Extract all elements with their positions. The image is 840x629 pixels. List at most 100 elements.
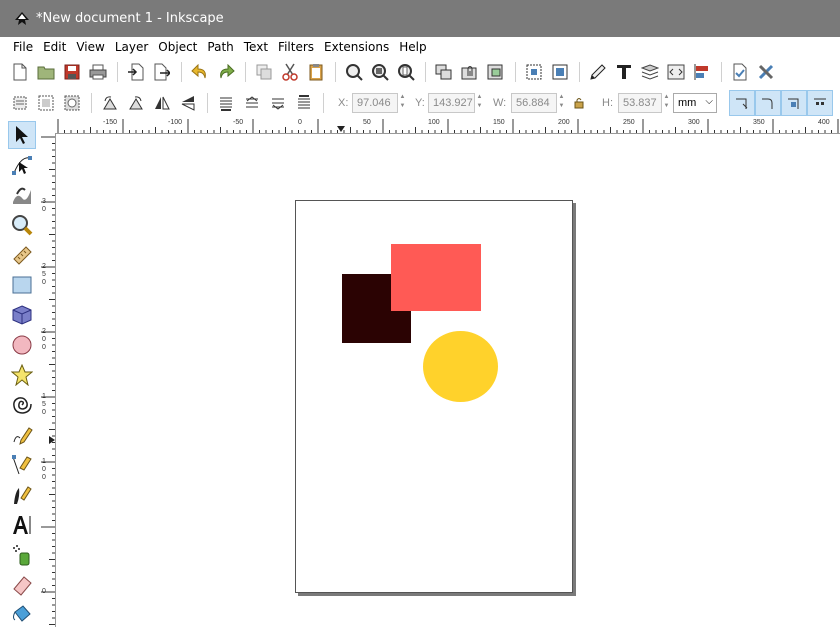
- flip-vertical-icon: [181, 96, 195, 111]
- layers-button[interactable]: [640, 62, 660, 82]
- h-field[interactable]: 53.837: [618, 93, 662, 113]
- ruler-h-label: -50: [233, 119, 244, 126]
- align-distribute-button[interactable]: [524, 62, 544, 82]
- ungroup-button[interactable]: [486, 62, 506, 82]
- export-button[interactable]: [152, 62, 172, 82]
- calligraphy-tool[interactable]: [8, 481, 36, 509]
- scale-stroke-icon: [736, 98, 748, 109]
- invert-selection-button[interactable]: [62, 93, 82, 113]
- menu-layer[interactable]: Layer: [115, 40, 148, 54]
- paint-bucket-tool[interactable]: [8, 601, 36, 629]
- open-button[interactable]: [36, 62, 56, 82]
- raise-to-top-button[interactable]: [216, 93, 236, 113]
- star-tool[interactable]: [8, 361, 36, 389]
- chain-lock-icon: [574, 98, 584, 109]
- raise-button[interactable]: [242, 93, 262, 113]
- yellow-circle-shape[interactable]: [423, 331, 498, 402]
- horizontal-ruler[interactable]: -150 -100 -50 0 50 100 150 200 250 300 3…: [55, 119, 840, 134]
- select-all-button[interactable]: [10, 93, 30, 113]
- duplicate-button[interactable]: [254, 62, 274, 82]
- menu-help[interactable]: Help: [399, 40, 426, 54]
- move-patterns-toggle[interactable]: [807, 90, 833, 116]
- pen-tool[interactable]: [8, 451, 36, 479]
- ellipse-tool[interactable]: [8, 331, 36, 359]
- import-button[interactable]: [126, 62, 146, 82]
- eraser-tool[interactable]: [8, 571, 36, 599]
- menu-text[interactable]: Text: [244, 40, 268, 54]
- group-button[interactable]: [434, 62, 454, 82]
- scale-stroke-toggle[interactable]: [729, 90, 755, 116]
- menu-path[interactable]: Path: [207, 40, 233, 54]
- rotate-cw-button[interactable]: [126, 93, 146, 113]
- undo-button[interactable]: [190, 62, 210, 82]
- y-spinner[interactable]: ▲ ▼: [475, 93, 484, 113]
- selector-tool[interactable]: [8, 121, 36, 149]
- unit-select[interactable]: mm ⌵: [673, 93, 717, 113]
- tweak-tool[interactable]: [8, 181, 36, 209]
- flip-horizontal-icon: [155, 96, 170, 110]
- transform-button[interactable]: [550, 62, 570, 82]
- w-spinner[interactable]: ▲ ▼: [557, 93, 566, 113]
- lock-button[interactable]: [460, 62, 480, 82]
- node-tool[interactable]: [8, 151, 36, 179]
- x-field[interactable]: 97.046: [352, 93, 398, 113]
- new-document-button[interactable]: [10, 62, 30, 82]
- separator: [515, 62, 516, 82]
- preferences-button[interactable]: [756, 62, 776, 82]
- text-tool[interactable]: [8, 511, 36, 539]
- paste-button[interactable]: [306, 62, 326, 82]
- xml-editor-button[interactable]: [666, 62, 686, 82]
- w-field[interactable]: 56.884: [511, 93, 557, 113]
- text-font-button[interactable]: [614, 62, 634, 82]
- h-spinner[interactable]: ▲ ▼: [662, 93, 671, 113]
- menu-filters[interactable]: Filters: [278, 40, 314, 54]
- pencil-tool[interactable]: [8, 421, 36, 449]
- menu-edit[interactable]: Edit: [43, 40, 66, 54]
- select-all-layers-button[interactable]: [36, 93, 56, 113]
- lock-icon: [461, 66, 477, 80]
- save-button[interactable]: [62, 62, 82, 82]
- redo-button[interactable]: [216, 62, 236, 82]
- spiral-tool[interactable]: [8, 391, 36, 419]
- lock-proportions-button[interactable]: [572, 93, 586, 113]
- menu-file[interactable]: File: [13, 40, 33, 54]
- menu-view[interactable]: View: [76, 40, 104, 54]
- cut-button[interactable]: [280, 62, 300, 82]
- measure-tool[interactable]: [8, 241, 36, 269]
- move-gradients-toggle[interactable]: [781, 90, 807, 116]
- rotate-ccw-button[interactable]: [100, 93, 120, 113]
- ruler-pointer-icon: [49, 436, 55, 444]
- vertical-ruler[interactable]: 3 0 2 5 0 2 0 0 1 5 0 1 0 0 0: [41, 134, 56, 627]
- rectangle-tool[interactable]: [8, 271, 36, 299]
- duplicate-icon: [256, 64, 272, 80]
- document-properties-button[interactable]: [730, 62, 750, 82]
- menu-extensions[interactable]: Extensions: [324, 40, 389, 54]
- scale-corners-toggle[interactable]: [755, 90, 781, 116]
- spray-tool[interactable]: [8, 541, 36, 569]
- fill-stroke-button[interactable]: [588, 62, 608, 82]
- zoom-selection-button[interactable]: [344, 62, 364, 82]
- zoom-drawing-button[interactable]: [370, 62, 390, 82]
- print-button[interactable]: [88, 62, 108, 82]
- separator: [579, 62, 580, 82]
- flip-vertical-button[interactable]: [178, 93, 198, 113]
- zoom-page-button[interactable]: [396, 62, 416, 82]
- zoom-selection-icon: [346, 64, 363, 81]
- align-panel-button[interactable]: [692, 62, 712, 82]
- spiral-icon: [13, 397, 32, 414]
- x-spinner[interactable]: ▲ ▼: [398, 93, 407, 113]
- pencil-icon: [13, 427, 33, 445]
- lower-to-bottom-button[interactable]: [294, 93, 314, 113]
- ruler-v-label: 0: [42, 588, 46, 595]
- menu-object[interactable]: Object: [158, 40, 197, 54]
- commands-toolbar: [0, 57, 840, 87]
- zoom-tool[interactable]: [8, 211, 36, 239]
- red-rectangle-shape[interactable]: [391, 244, 481, 311]
- 3d-box-tool[interactable]: [8, 301, 36, 329]
- lower-button[interactable]: [268, 93, 288, 113]
- ruler-h-label: -150: [103, 119, 118, 126]
- y-field[interactable]: 143.927: [428, 93, 475, 113]
- drawing-canvas[interactable]: [56, 135, 840, 627]
- flip-horizontal-button[interactable]: [152, 93, 172, 113]
- ruler-v-label: 3: [42, 198, 46, 205]
